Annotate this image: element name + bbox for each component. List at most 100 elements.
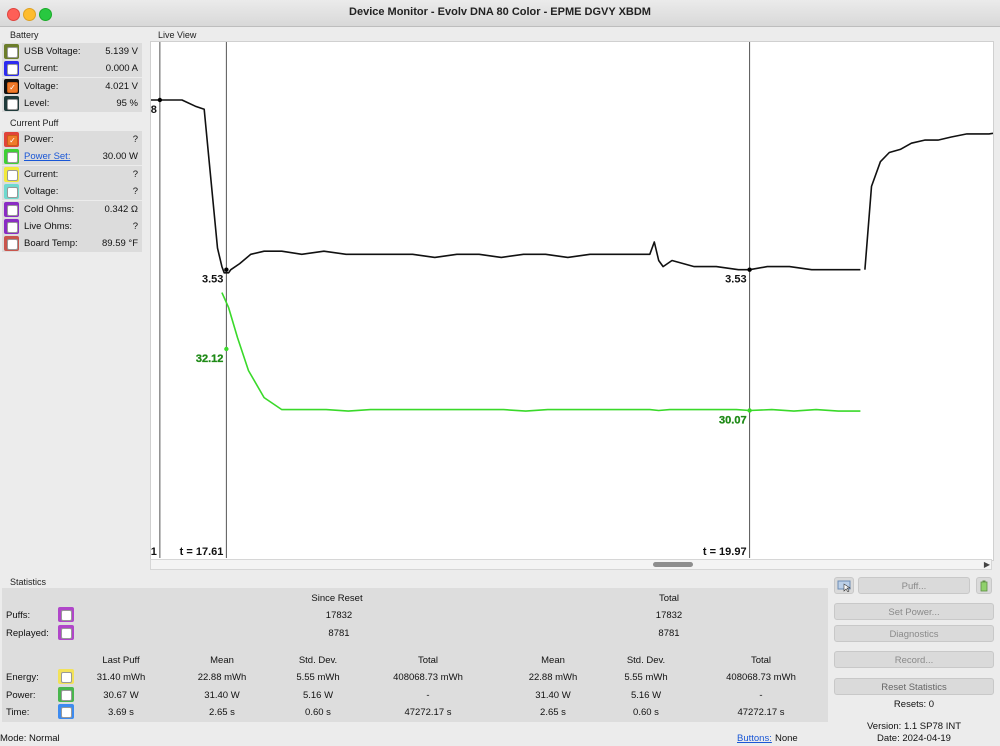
point-marker bbox=[157, 97, 163, 103]
puff-item-label: Power: bbox=[24, 134, 54, 145]
puff-item-label: Current: bbox=[24, 168, 59, 180]
stats-cell: 5.55 mWh bbox=[296, 672, 340, 683]
series-line-voltage bbox=[864, 131, 1000, 270]
puff-item-color-swatch[interactable] bbox=[4, 184, 19, 200]
puff-item-checkbox[interactable] bbox=[7, 169, 18, 181]
battery-item-checkbox[interactable]: ✓ bbox=[7, 81, 18, 93]
puff-item-color-swatch[interactable]: ✓ bbox=[4, 132, 19, 147]
battery-icon bbox=[980, 580, 988, 592]
point-label: 4.08 bbox=[151, 104, 157, 116]
live-view-chart[interactable]: 4.08 3.53 3.53 32.12 30.07:17.31 t = 17.61 t =… bbox=[126, 41, 1000, 561]
puff-item-value: ? bbox=[132, 221, 138, 232]
stats-cell: 2.65 s bbox=[540, 707, 566, 718]
puff-item-label: Voltage: bbox=[24, 186, 59, 198]
stats-row-color-swatch[interactable] bbox=[58, 686, 74, 702]
puffs-color-swatch[interactable] bbox=[58, 607, 74, 622]
puff-item-color-swatch[interactable] bbox=[4, 219, 19, 234]
puff-item-value: ? bbox=[132, 134, 138, 145]
puff-item-label: Cold Ohms: bbox=[24, 203, 75, 215]
puff-tool-button[interactable] bbox=[834, 577, 854, 594]
stats-cell: 5.16 W bbox=[630, 689, 662, 701]
replayed-label: Replayed: bbox=[6, 628, 49, 639]
left-panel: USB Voltage: 5.139 V Current: 0.000 A ✓ Volta… bbox=[0, 42, 142, 570]
battery-item-label: Voltage: bbox=[24, 80, 59, 92]
point-label: 3.53 bbox=[725, 274, 746, 286]
stats-row-label: Power: bbox=[6, 689, 36, 701]
puff-item-label[interactable]: Power Set: bbox=[24, 151, 70, 162]
current-puff-section-label: Current Puff bbox=[10, 118, 59, 128]
battery-button[interactable] bbox=[976, 577, 992, 594]
battery-item-row: USB Voltage: 5.139 V bbox=[2, 43, 142, 60]
stats-cell: 31.40 mWh bbox=[96, 672, 146, 683]
record-button[interactable]: Record... bbox=[834, 651, 994, 668]
puff-item-checkbox[interactable] bbox=[7, 222, 18, 233]
puffs-checkbox[interactable] bbox=[61, 610, 72, 621]
battery-item-value: 4.021 V bbox=[105, 80, 138, 92]
replayed-checkbox[interactable] bbox=[61, 628, 72, 639]
puff-item-color-swatch[interactable] bbox=[4, 166, 19, 182]
stats-row-checkbox[interactable] bbox=[61, 707, 72, 718]
set-power-button[interactable]: Set Power... bbox=[834, 603, 994, 620]
scrollbar-thumb[interactable] bbox=[653, 562, 693, 567]
puff-item-color-swatch[interactable] bbox=[4, 149, 19, 165]
chart-horizontal-scrollbar[interactable]: ▶ bbox=[150, 559, 992, 570]
puffs-label: Puffs: bbox=[6, 610, 31, 621]
battery-item-checkbox[interactable] bbox=[7, 64, 18, 76]
diagnostics-button[interactable]: Diagnostics bbox=[834, 625, 994, 642]
puff-item-checkbox[interactable] bbox=[7, 204, 18, 216]
battery-item-label: Current: bbox=[24, 63, 59, 75]
puff-item-row: Live Ohms:? bbox=[2, 218, 142, 235]
window-title: Device Monitor - Evolv DNA 80 Color - EP… bbox=[349, 6, 651, 18]
scroll-right-arrow-icon[interactable]: ▶ bbox=[984, 560, 990, 569]
replayed-color-swatch[interactable] bbox=[58, 625, 74, 640]
battery-item-color-swatch[interactable] bbox=[4, 44, 19, 59]
puff-item-color-swatch[interactable] bbox=[4, 201, 19, 217]
puff-item-label: Live Ohms: bbox=[24, 221, 73, 232]
stats-row-color-swatch[interactable] bbox=[58, 669, 74, 684]
stats-cell: 2.65 s bbox=[209, 707, 235, 718]
stats-row-color-swatch[interactable] bbox=[58, 704, 74, 719]
puff-item-checkbox[interactable] bbox=[7, 152, 18, 164]
battery-item-color-swatch[interactable] bbox=[4, 96, 19, 112]
stats-cell: 5.55 mWh bbox=[624, 672, 668, 683]
battery-item-color-swatch[interactable] bbox=[4, 61, 19, 77]
puff-item-row: Power Set: 30.00 W bbox=[2, 148, 142, 166]
puff-item-row: Board Temp: 89.59 °F bbox=[2, 235, 142, 253]
stats-column-header: Last Puff bbox=[102, 655, 140, 666]
puff-item-checkbox[interactable]: ✓ bbox=[7, 135, 18, 146]
battery-item-value: 0.000 A bbox=[105, 63, 138, 75]
stats-column-header: Total bbox=[417, 655, 439, 666]
statistics-section-label: Statistics bbox=[10, 577, 47, 587]
buttons-link[interactable]: Buttons: bbox=[737, 733, 772, 744]
stats-cell: 22.88 mWh bbox=[528, 672, 578, 683]
battery-item-checkbox[interactable] bbox=[7, 47, 18, 58]
stats-row-checkbox[interactable] bbox=[61, 672, 72, 683]
time-marker-label: t = 19.97 bbox=[703, 546, 747, 558]
puff-item-row: ✓ Power:? bbox=[2, 131, 142, 148]
stats-column-header: Std. Dev. bbox=[626, 655, 666, 666]
puff-item-value: 89.59 °F bbox=[101, 238, 138, 250]
stats-cell: 3.69 s bbox=[108, 707, 134, 718]
puff-item-value: 0.342 Ω bbox=[104, 203, 138, 215]
battery-item-value: 95 % bbox=[116, 98, 138, 110]
reset-statistics-button[interactable]: Reset Statistics bbox=[834, 678, 994, 695]
puff-item-color-swatch[interactable] bbox=[4, 236, 19, 252]
point-label: 3.53 bbox=[202, 274, 223, 286]
puff-item-checkbox[interactable] bbox=[7, 187, 18, 199]
stats-cell: 31.40 W bbox=[535, 689, 571, 701]
battery-item-row: Current: 0.000 A bbox=[2, 60, 142, 78]
battery-item-row: Level: 95 % bbox=[2, 95, 142, 113]
battery-item-color-swatch[interactable]: ✓ bbox=[4, 78, 19, 94]
point-label: 32.12 bbox=[196, 353, 224, 365]
series-line-voltage bbox=[151, 99, 861, 274]
time-marker-label: t = 17.61 bbox=[180, 546, 224, 558]
point-label: 30.07 bbox=[719, 415, 747, 427]
stats-cell: 31.40 W bbox=[204, 689, 240, 701]
resets-count: Resets: 0 bbox=[893, 699, 935, 710]
puff-button[interactable]: Puff... bbox=[858, 577, 970, 594]
battery-section-label: Battery bbox=[10, 30, 39, 40]
stats-row-checkbox[interactable] bbox=[61, 689, 72, 701]
battery-item-checkbox[interactable] bbox=[7, 99, 18, 111]
puff-item-checkbox[interactable] bbox=[7, 239, 18, 251]
puff-item-value: 30.00 W bbox=[102, 151, 138, 163]
